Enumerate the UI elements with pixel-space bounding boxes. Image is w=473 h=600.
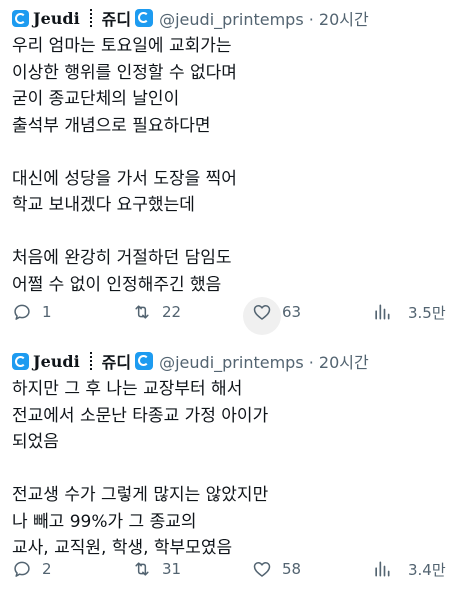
divider — [89, 9, 92, 27]
brand-name: Jeudi — [33, 351, 80, 371]
views-bar-chart-icon — [375, 304, 390, 320]
reply-icon — [14, 561, 30, 577]
like-button[interactable]: 58 — [252, 559, 372, 579]
tweet-header: Jeudi 쥬디 @jeudi_printemps · 20시간 — [12, 0, 461, 33]
brand-logo-icon — [12, 9, 29, 27]
retweet-button[interactable]: 31 — [132, 559, 252, 579]
tweet-actions: 2 31 58 3.4만 — [12, 554, 461, 584]
handle-time[interactable]: @jeudi_printemps · 20시간 — [159, 349, 369, 373]
tweet-text: 우리 엄마는 토요일에 교회가는 이상한 행위를 인정할 수 없다며 굳이 종교… — [12, 36, 237, 295]
brand-logo-icon — [12, 352, 29, 370]
retweet-count: 22 — [162, 303, 182, 321]
like-button[interactable]: 63 — [243, 297, 372, 335]
retweet-count: 31 — [162, 560, 182, 578]
retweet-button[interactable]: 22 — [132, 302, 252, 322]
tweet[interactable]: Jeudi 쥬디 @jeudi_printemps · 20시간 하지만 그 후… — [0, 343, 473, 600]
retweet-icon — [135, 562, 149, 576]
reply-button[interactable]: 2 — [12, 559, 132, 579]
like-count: 63 — [282, 303, 302, 321]
reply-button[interactable]: 1 — [12, 302, 132, 322]
reply-count: 2 — [42, 560, 52, 578]
views-count: 3.5만 — [408, 303, 446, 322]
avatar-icon[interactable] — [135, 9, 154, 27]
retweet-icon — [135, 305, 149, 319]
tweet-actions: 1 22 63 3.5만 — [12, 297, 461, 335]
tweet[interactable]: Jeudi 쥬디 @jeudi_printemps · 20시간 우리 엄마는 … — [0, 0, 473, 343]
handle-time[interactable]: @jeudi_printemps · 20시간 — [159, 6, 369, 30]
brand-name: Jeudi — [33, 8, 80, 28]
heart-icon — [253, 562, 271, 577]
heart-icon — [253, 305, 271, 320]
tweet-header: Jeudi 쥬디 @jeudi_printemps · 20시간 — [12, 343, 461, 376]
like-count: 58 — [282, 560, 302, 578]
views-button[interactable]: 3.4만 — [372, 559, 446, 580]
avatar-icon[interactable] — [135, 352, 154, 370]
divider — [89, 352, 92, 370]
reply-icon — [14, 304, 30, 320]
display-name[interactable]: 쥬디 — [102, 6, 131, 30]
views-bar-chart-icon — [375, 561, 390, 577]
tweet-text: 하지만 그 후 나는 교장부터 해서 전교에서 소문난 타종교 가정 아이가 되… — [12, 379, 269, 558]
reply-count: 1 — [42, 303, 52, 321]
display-name[interactable]: 쥬디 — [102, 349, 131, 373]
views-count: 3.4만 — [408, 560, 446, 579]
views-button[interactable]: 3.5만 — [372, 302, 446, 323]
